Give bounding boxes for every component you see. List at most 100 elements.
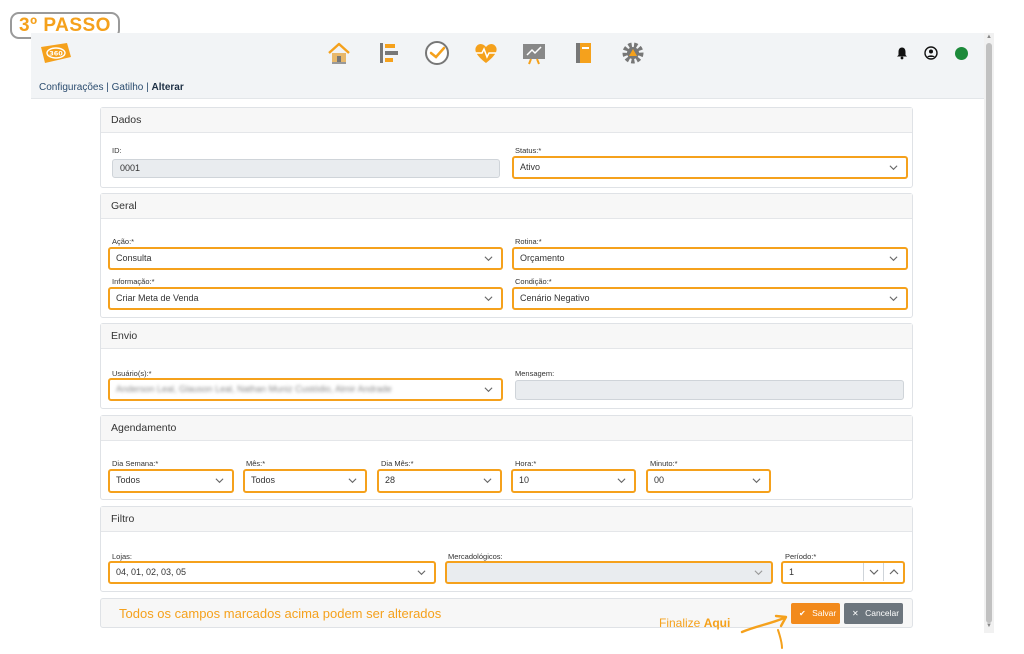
id-field: 0001 [112,159,500,178]
mes-select[interactable]: Todos [243,469,367,493]
list-flow-icon[interactable] [376,40,402,66]
finalize-callout: Finalize Aqui [659,616,730,630]
lojas-label: Lojas: [112,552,133,561]
save-label: Salvar [812,608,837,618]
chevron-down-icon [869,569,879,575]
page-scrollbar[interactable]: ▲ ▼ [984,33,994,633]
check-circle-icon[interactable] [424,40,450,66]
rotina-value: Orçamento [520,253,565,263]
close-icon: ✕ [852,609,859,618]
chevron-down-icon [752,478,761,484]
condicao-label: Condição:* [515,277,552,286]
breadcrumb-bar: Configurações | Gatilho | Alterar [31,75,984,99]
lojas-select[interactable]: 04, 01, 02, 03, 05 [108,561,436,584]
chevron-up-icon [889,569,899,575]
usuarios-label: Usuário(s):* [112,369,152,378]
home-icon[interactable] [326,40,352,66]
chevron-down-icon [617,478,626,484]
chevron-down-icon [483,478,492,484]
heart-pulse-icon[interactable] [473,40,499,66]
user-circle-icon[interactable] [924,46,938,60]
finalize-prefix: Finalize [659,616,704,630]
bell-icon[interactable] [895,46,909,60]
dia-semana-label: Dia Semana:* [112,459,159,468]
periodo-increment-button[interactable] [883,563,903,581]
mensagem-label: Mensagem: [515,369,555,378]
status-value: Ativo [520,162,541,172]
condicao-value: Cenário Negativo [520,293,590,303]
informacao-select[interactable]: Criar Meta de Venda [108,287,503,310]
mes-value: Todos [251,475,276,485]
section-dados: Dados ID: 0001 Status:* Ativo [100,107,913,188]
periodo-label: Período:* [785,552,817,561]
chevron-down-icon [889,165,898,171]
chevron-down-icon [484,296,493,302]
section-filtro: Filtro Lojas: 04, 01, 02, 03, 05 Mercado… [100,506,913,592]
chart-board-icon[interactable] [521,40,547,66]
cancel-button[interactable]: ✕ Cancelar [844,603,903,624]
rotina-select[interactable]: Orçamento [512,247,908,270]
chevron-down-icon [484,387,493,393]
periodo-stepper[interactable]: 1 [781,561,905,584]
scroll-down-arrow-icon[interactable]: ▼ [986,623,992,629]
section-title: Geral [101,194,912,219]
notebook-icon[interactable] [571,40,597,66]
status-label: Status:* [515,146,542,155]
section-agendamento: Agendamento Dia Semana:* Todos Mês:* Tod… [100,415,913,500]
breadcrumb-current: Alterar [151,82,184,93]
periodo-value: 1 [789,567,795,577]
usuarios-value: Anderson Leal, Glauson Leal, Nathan Muni… [116,384,392,394]
chevron-down-icon [348,478,357,484]
usuarios-select[interactable]: Anderson Leal, Glauson Leal, Nathan Muni… [108,378,503,401]
check-icon: ✔ [799,609,806,618]
logo-text: 360 [49,50,63,58]
chevron-down-icon [754,570,763,576]
rotina-label: Rotina:* [515,237,542,246]
hora-label: Hora:* [515,459,537,468]
finalize-bold: Aqui [703,616,731,630]
minuto-value: 00 [654,475,665,485]
section-title: Agendamento [101,416,912,441]
acao-value: Consulta [116,253,152,263]
mensagem-field [515,380,904,400]
breadcrumb-configuracoes[interactable]: Configurações [39,82,103,93]
minuto-select[interactable]: 00 [646,469,771,493]
section-title: Envio [101,324,912,349]
callout-arrow-icon [740,614,788,649]
section-title: Filtro [101,507,912,532]
dia-mes-select[interactable]: 28 [377,469,502,493]
save-button[interactable]: ✔ Salvar [791,603,840,624]
informacao-value: Criar Meta de Venda [116,293,199,303]
dia-mes-value: 28 [385,475,396,485]
status-select[interactable]: Ativo [512,156,908,179]
gear-icon[interactable] [620,40,646,66]
scroll-thumb[interactable] [986,43,992,623]
footer-note: Todos os campos marcados acima podem ser… [119,606,442,621]
top-navbar: 360 [31,33,984,75]
condicao-select[interactable]: Cenário Negativo [512,287,908,310]
informacao-label: Informação:* [112,277,155,286]
minuto-label: Minuto:* [650,459,678,468]
chevron-down-icon [889,296,898,302]
hora-select[interactable]: 10 [511,469,636,493]
scroll-up-arrow-icon[interactable]: ▲ [986,34,992,40]
breadcrumb: Configurações | Gatilho | Alterar [39,82,184,93]
mes-label: Mês:* [246,459,266,468]
dia-semana-value: Todos [116,475,141,485]
chevron-down-icon [889,256,898,262]
mercadologicos-label: Mercadológicos: [448,552,503,561]
dia-mes-label: Dia Mês:* [381,459,414,468]
acao-select[interactable]: Consulta [108,247,503,270]
section-title: Dados [101,108,912,133]
chevron-down-icon [484,256,493,262]
dia-semana-select[interactable]: Todos [108,469,234,493]
periodo-decrement-button[interactable] [863,563,883,581]
breadcrumb-gatilho[interactable]: Gatilho [112,82,144,93]
chevron-down-icon [215,478,224,484]
id-label: ID: [112,146,122,155]
mercadologicos-select [445,561,773,584]
app-logo-icon[interactable]: 360 [37,41,73,65]
acao-label: Ação:* [112,237,135,246]
breadcrumb-separator: | [103,82,112,93]
section-geral: Geral Ação:* Consulta Rotina:* Orçamento… [100,193,913,318]
